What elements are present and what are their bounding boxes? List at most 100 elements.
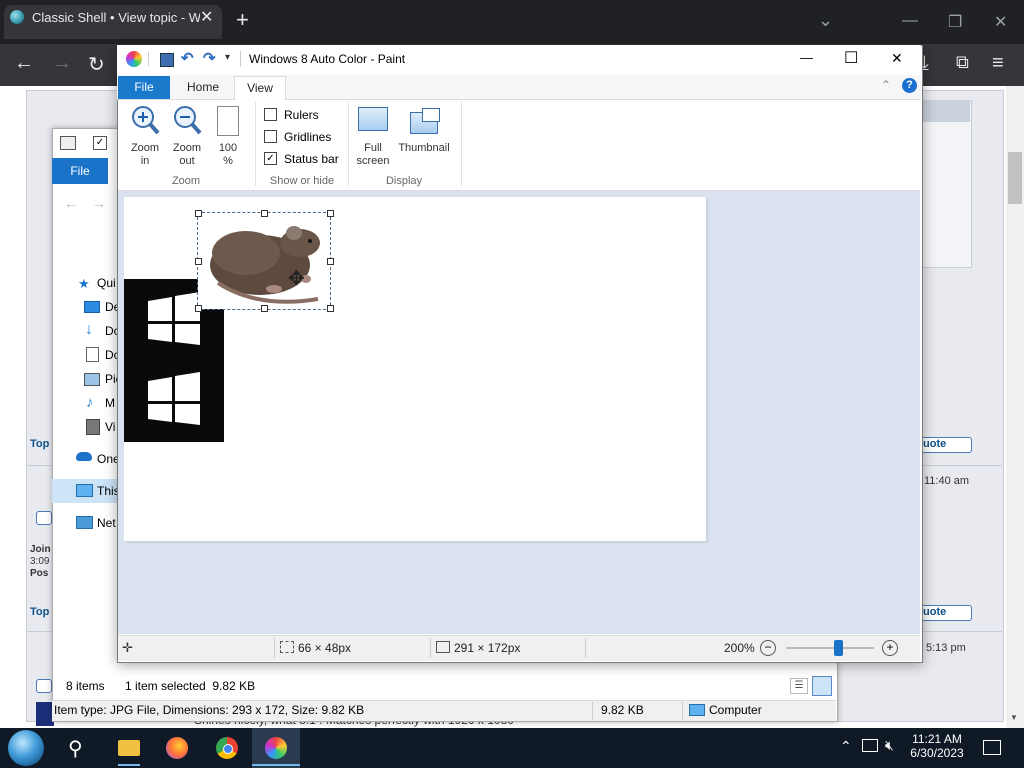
full-screen-button[interactable]: Full screen <box>354 104 392 168</box>
details-divider <box>592 702 593 720</box>
save-icon[interactable] <box>160 53 174 67</box>
nav-videos[interactable]: Vi <box>105 420 115 434</box>
zoom-out-small-icon[interactable]: − <box>760 640 776 656</box>
full-screen-label-1: Full <box>364 142 382 154</box>
explorer-window-icon <box>60 136 76 150</box>
customize-qat-icon[interactable]: ▾ <box>225 52 230 63</box>
paint-minimize-button[interactable]: — <box>800 50 813 65</box>
taskbar-clock[interactable]: 11:21 AM 6/30/2023 <box>906 732 968 760</box>
forum-top-link[interactable]: Top <box>30 606 49 618</box>
paint-home-tab[interactable]: Home <box>178 76 228 99</box>
zoom-in-button[interactable]: Zoom in <box>126 104 164 168</box>
nav-quick-access[interactable]: Qui <box>97 276 116 290</box>
network-status-icon[interactable] <box>862 739 878 752</box>
browser-restore-button[interactable]: ❐ <box>948 12 962 32</box>
forum-top-link[interactable]: Top <box>30 438 49 450</box>
zoom-slider-track[interactable] <box>786 647 874 649</box>
browser-menu-icon[interactable]: ≡ <box>992 52 1004 75</box>
item-size: 9.82 KB <box>601 703 644 717</box>
browser-minimize-button[interactable]: — <box>902 12 918 30</box>
zoom-100-label-1: 100 <box>218 142 238 154</box>
selection-handle[interactable] <box>261 210 268 217</box>
ribbon-collapse-icon[interactable]: ⌃ <box>881 78 891 92</box>
selection-handle[interactable] <box>327 210 334 217</box>
status-bar-checkbox[interactable]: ✓ <box>264 152 277 165</box>
forum-button[interactable] <box>36 679 52 693</box>
join-date: 3:09 <box>30 556 50 567</box>
thumbnail-button[interactable]: Thumbnail <box>396 104 452 168</box>
running-indicator <box>118 764 140 766</box>
zoom-in-label-1: Zoom <box>130 142 160 154</box>
page-scrollbar-thumb[interactable] <box>1008 152 1022 204</box>
search-icon[interactable]: ⚲ <box>68 736 83 761</box>
show-hidden-icons-icon[interactable]: ⌃ <box>840 738 852 755</box>
zoom-100-button[interactable]: 100 % <box>210 104 246 168</box>
full-screen-icon <box>358 107 388 131</box>
zoom-in-small-icon[interactable]: + <box>882 640 898 656</box>
details-view-icon[interactable]: ☰ <box>790 678 808 694</box>
volume-muted-icon[interactable]: 🔇︎ <box>885 737 894 754</box>
cursor-position-icon: ✛ <box>122 640 133 655</box>
zoom-slider-thumb[interactable] <box>834 640 844 656</box>
quote-button[interactable]: uote <box>920 437 972 453</box>
selection-handle[interactable] <box>195 305 202 312</box>
notifications-icon[interactable] <box>983 740 1001 755</box>
zoom-out-label-1: Zoom <box>172 142 202 154</box>
nav-network[interactable]: Net <box>97 516 116 530</box>
gridlines-checkbox[interactable] <box>264 130 277 143</box>
paint-file-tab[interactable]: File <box>118 76 170 99</box>
undo-icon[interactable]: ↶ <box>181 49 194 67</box>
file-explorer-taskbar-icon[interactable] <box>118 740 140 756</box>
group-separator <box>255 102 256 186</box>
music-icon: ♪ <box>86 394 94 411</box>
help-icon[interactable]: ? <box>902 78 917 93</box>
paint-maximize-button[interactable]: ☐ <box>844 48 858 68</box>
paint-view-tab[interactable]: View <box>234 76 286 101</box>
explorer-back-icon[interactable]: ← <box>64 195 78 211</box>
desktop-icon <box>84 301 100 313</box>
items-count: 8 items <box>66 679 105 693</box>
paint-app-icon[interactable] <box>126 51 142 67</box>
tab-title: Classic Shell • View topic - Windo <box>32 10 200 25</box>
rulers-checkbox[interactable] <box>264 108 277 121</box>
paint-taskbar-icon[interactable] <box>265 737 287 759</box>
extensions-icon[interactable]: ⧉ <box>956 52 969 73</box>
image-size-icon <box>436 641 450 653</box>
forum-panel-header <box>920 100 970 122</box>
scroll-down-arrow-icon[interactable]: ▼ <box>1010 713 1018 722</box>
forward-icon[interactable]: → <box>52 52 72 75</box>
redo-icon[interactable]: ↷ <box>203 49 216 67</box>
title-divider <box>240 51 241 67</box>
explorer-file-tab[interactable]: File <box>52 158 108 184</box>
properties-icon[interactable]: ✓ <box>93 136 107 150</box>
cloud-icon <box>76 452 92 461</box>
quote-button[interactable]: uote <box>920 605 972 621</box>
new-tab-button[interactable]: + <box>236 9 249 31</box>
reload-icon[interactable]: ↻ <box>88 52 105 77</box>
explorer-forward-icon[interactable]: → <box>92 195 106 211</box>
selection-handle[interactable] <box>261 305 268 312</box>
rulers-label: Rulers <box>284 108 319 122</box>
tab-list-dropdown-icon[interactable]: ⌄ <box>818 10 833 31</box>
zoom-out-label-2: out <box>179 155 195 167</box>
firefox-icon[interactable] <box>166 737 188 759</box>
selection-handle[interactable] <box>327 258 334 265</box>
tab-close-icon[interactable]: ✕ <box>200 7 213 27</box>
selection-handle[interactable] <box>327 305 334 312</box>
thumbnail-label: Thumbnail <box>398 142 450 154</box>
browser-close-button[interactable]: ✕ <box>994 12 1007 32</box>
picture-icon <box>84 373 100 386</box>
large-icons-view-icon[interactable] <box>812 676 832 696</box>
forum-button[interactable] <box>36 511 52 525</box>
zoom-out-icon <box>174 106 202 135</box>
move-cursor-icon: ✥ <box>288 268 305 290</box>
back-icon[interactable]: ← <box>14 52 34 75</box>
zoom-in-label-2: in <box>140 155 150 167</box>
selection-handle[interactable] <box>195 258 202 265</box>
computer-icon <box>689 704 705 716</box>
start-button-icon[interactable] <box>8 730 44 766</box>
paint-close-button[interactable]: ✕ <box>891 50 903 67</box>
zoom-out-button[interactable]: Zoom out <box>168 104 206 168</box>
selection-handle[interactable] <box>195 210 202 217</box>
selection-rectangle[interactable] <box>197 212 331 310</box>
